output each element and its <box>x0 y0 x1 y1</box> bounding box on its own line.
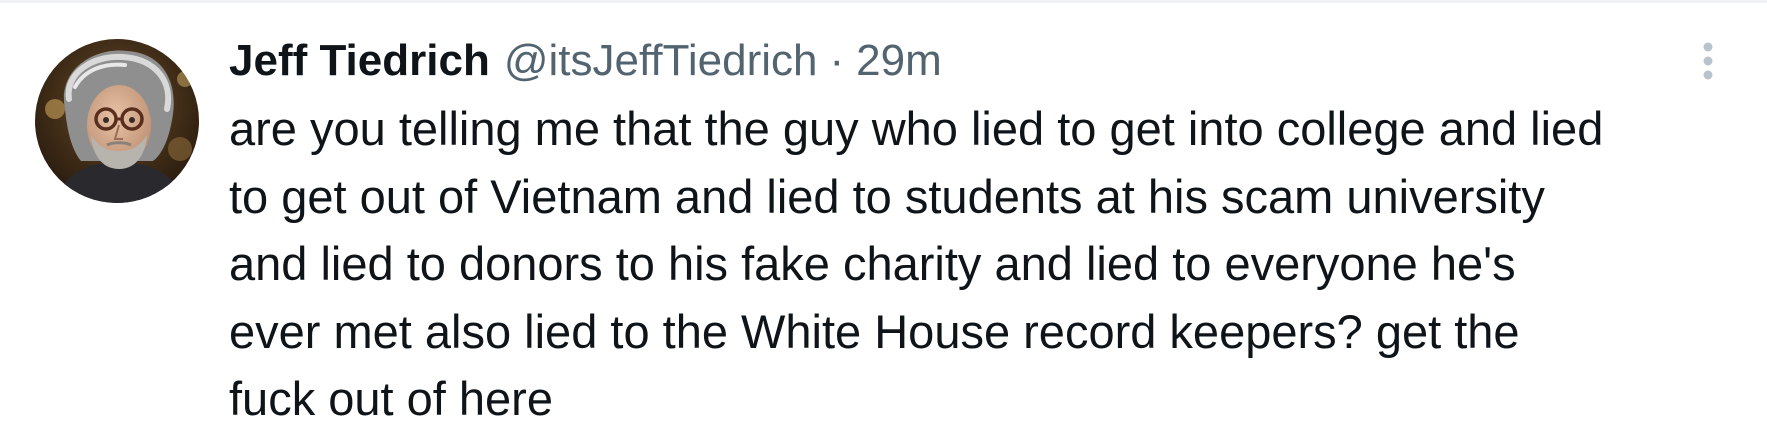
tweet-text: are you telling me that the guy who lied… <box>229 95 1729 433</box>
tweet-text-line: to get out of Vietnam and lied to studen… <box>229 169 1545 223</box>
author-handle[interactable]: @itsJeffTiedrich <box>504 31 818 91</box>
tweet-text-line: and lied to donors to his fake charity a… <box>229 237 1516 290</box>
header-separator: · <box>829 36 845 85</box>
tweet-text-line: ever met also lied to the White House re… <box>229 304 1520 358</box>
tweet-timestamp[interactable]: 29m <box>856 31 942 91</box>
more-options-button[interactable] <box>1686 33 1730 89</box>
tweet-text-line: fuck out of here <box>229 372 553 425</box>
vertical-ellipsis-icon <box>1703 42 1713 80</box>
tweet-header: Jeff Tiedrich @itsJeffTiedrich · 29m <box>229 31 942 91</box>
avatar[interactable] <box>35 39 199 203</box>
tweet-text-line: are you telling me that the guy who lied… <box>229 102 1604 155</box>
tweet[interactable]: Jeff Tiedrich @itsJeffTiedrich · 29m are… <box>0 3 1767 443</box>
author-display-name[interactable]: Jeff Tiedrich <box>229 31 490 91</box>
avatar-photo <box>35 39 199 203</box>
